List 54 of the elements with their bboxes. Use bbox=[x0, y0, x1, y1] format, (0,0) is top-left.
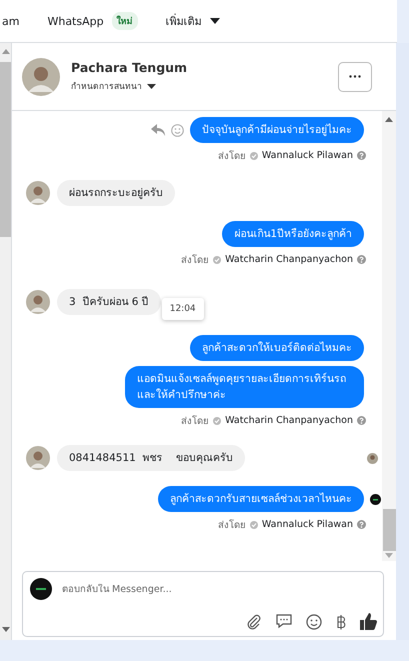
contact-name: Pachara Tengum bbox=[71, 60, 188, 75]
check-icon bbox=[250, 152, 258, 160]
paperclip-icon[interactable] bbox=[246, 614, 262, 630]
reply-icon[interactable] bbox=[151, 124, 165, 136]
emoji-icon[interactable] bbox=[306, 614, 322, 630]
sent-message: ปัจจุบันลูกค้ามีผ่อนจ่ายไรอยู่ไมคะ bbox=[190, 117, 364, 143]
scroll-thumb[interactable] bbox=[0, 62, 11, 237]
nav-tab[interactable]: เพิ่มเติม bbox=[166, 12, 202, 30]
contact-avatar bbox=[22, 58, 60, 96]
thumbs-up-icon[interactable] bbox=[360, 613, 377, 630]
check-icon bbox=[213, 416, 222, 424]
conversation-menu[interactable]: กำหนดการสนทนา bbox=[71, 79, 327, 93]
received-message: 3 ปีครับผ่อน 6 ปี bbox=[57, 289, 161, 315]
sent-by-label: ส่งโดย bbox=[181, 253, 210, 267]
time-tooltip: 12:04 bbox=[162, 298, 204, 320]
scroll-down-icon[interactable] bbox=[385, 553, 393, 558]
scroll-up-icon[interactable] bbox=[2, 49, 10, 54]
sender-name: Wannaluck Pilawan bbox=[262, 150, 353, 161]
sent-message: แอดมินแจ้งเซลล์พูดคุยรายละเอียดการเทิร์นรถและให้คำปรึกษาค่ะ bbox=[125, 366, 364, 408]
check-icon bbox=[213, 256, 222, 264]
nav-tab[interactable]: am bbox=[2, 14, 20, 28]
scroll-thumb[interactable] bbox=[382, 509, 396, 551]
contact-avatar bbox=[26, 446, 50, 470]
sent-by-label: ส่งโดย bbox=[181, 414, 210, 428]
help-icon[interactable] bbox=[357, 520, 366, 529]
speech-bubble-icon[interactable] bbox=[276, 614, 292, 629]
scroll-down-icon[interactable] bbox=[2, 627, 10, 632]
sent-message: ลูกค้าสะดวกรับสายเซลล์ช่วงเวลาไหนคะ bbox=[158, 486, 364, 512]
scroll-up-icon[interactable] bbox=[385, 117, 393, 122]
sent-message: ลูกค้าสะดวกให้เบอร์ติดต่อไหมคะ bbox=[190, 335, 364, 361]
help-icon[interactable] bbox=[357, 255, 366, 264]
sent-by-label: ส่งโดย bbox=[218, 149, 246, 163]
more-icon bbox=[349, 75, 361, 78]
new-badge: ใหม่ bbox=[112, 12, 138, 30]
scrollbar[interactable] bbox=[0, 43, 12, 640]
contact-avatar bbox=[26, 181, 50, 205]
check-icon bbox=[250, 520, 258, 528]
help-icon[interactable] bbox=[357, 416, 366, 425]
sent-by-label: ส่งโดย bbox=[218, 518, 246, 532]
caret-icon[interactable] bbox=[210, 18, 220, 24]
more-button[interactable] bbox=[338, 62, 372, 92]
sender-name: Watcharin Chanpanyachon bbox=[225, 415, 353, 426]
received-message: ผ่อนรถกระบะอยู่ครับ bbox=[57, 180, 175, 206]
nav-tab[interactable]: WhatsApp bbox=[47, 14, 104, 28]
sender-name: Watcharin Chanpanyachon bbox=[225, 254, 353, 265]
sent-message: ผ่อนเกิน1ปีหรือยังคะลูกค้า bbox=[222, 221, 364, 247]
received-message: 0841484511 พชร ขอบคุณครับ bbox=[57, 445, 245, 471]
scrollbar[interactable] bbox=[382, 111, 396, 561]
baht-icon[interactable] bbox=[336, 614, 346, 630]
page-avatar-icon bbox=[30, 578, 52, 600]
caret-icon bbox=[147, 84, 156, 88]
contact-avatar bbox=[26, 290, 50, 314]
help-icon[interactable] bbox=[357, 151, 366, 160]
sender-name: Wannaluck Pilawan bbox=[262, 519, 353, 530]
